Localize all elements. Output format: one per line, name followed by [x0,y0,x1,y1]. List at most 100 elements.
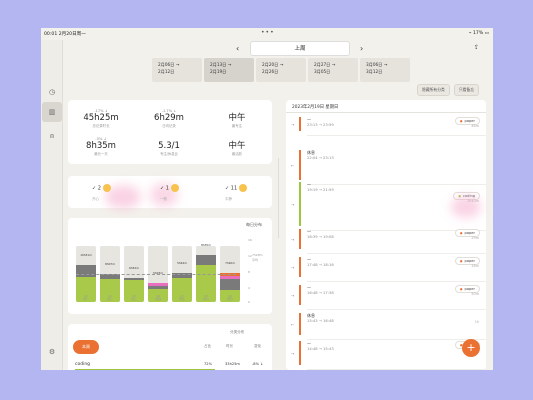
week-chip[interactable]: 2月20日 → 2月26日 [256,58,306,82]
category-stripe [299,341,301,365]
y-tick: 0 [248,300,250,304]
prev-period-button[interactable]: ‹ [236,44,239,53]
direction-icon: ← [291,163,295,168]
entry-title: — [307,257,311,262]
y-tick: 16 [248,238,252,242]
share-icon[interactable]: ⇪ [474,44,479,51]
bar-total-label: 5h44m [177,260,187,265]
stat-longest: -5% ↓ 8h35m 最长一天 [86,137,116,156]
mood-card: ✓ 2 开心 ✓ 1 一般 ✓ 11 平静 [68,176,272,209]
entry-time: 15:43 → 16:48 [307,319,334,323]
user-icon[interactable]: ⍝ [42,126,62,146]
direction-icon: → [291,202,295,207]
category-percent: 72% [204,362,212,366]
settings-icon[interactable]: ⚙ [42,342,62,362]
entry-title: — [307,341,311,346]
entry-duration: 28m [471,264,479,268]
mood-neutral: ✓ 1 一般 [160,184,179,201]
entry-separator [307,253,486,254]
bar-total-label: 8h35m [201,243,211,248]
entry-duration: 1h [474,320,479,324]
mood-calm: ✓ 11 平静 [225,184,247,201]
stat-active: 中午 最活跃 [228,141,246,156]
neutral-face-icon [170,184,179,192]
bar-segment[interactable] [220,279,240,290]
bar-x-label: 17 周五 [179,294,185,302]
bar-segment[interactable] [76,265,96,277]
stat-daily: -1.7% ↓ 6h29m 日均记录 [154,109,184,128]
entry-time: 16:48 → 17:38 [307,291,334,295]
week-chip[interactable]: 2月27日 → 3月05日 [308,58,358,82]
entry-title: — [307,285,311,290]
summary-card: -17% ↓ 45h25m 总记录时长 -1.7% ↓ 6h29m 日均记录 中午 最专注… [68,100,272,164]
stat-focus: 中午 最专注 [228,113,246,128]
average-value: 7h28m [252,253,263,257]
blur-overlay [451,196,481,218]
direction-icon: → [291,122,295,127]
mood-happy: ✓ 2 开心 [92,184,111,201]
entry-time: 17:48 → 18:16 [307,263,334,267]
bar-x-label: 13 周一 [83,294,89,302]
category-stripe [299,257,301,277]
bar-segment[interactable] [220,276,240,280]
daily-chart-card: 每日分布 10h31m 13 周一 8h07m 14 周二 6h52m 15 周三 5h03m 16… [68,218,272,314]
direction-icon: → [291,293,295,298]
entry-separator [307,135,486,136]
happy-face-icon [102,184,111,192]
col-change: 变化 [254,344,262,348]
hide-categories-chip[interactable]: 隐藏所有分类 [417,84,450,96]
multitask-dots-icon[interactable]: ••• [261,29,275,36]
bar-x-label: 16 周四 [155,294,161,302]
category-stripe [299,285,301,305]
next-period-button[interactable]: › [360,44,363,53]
header-divider [286,112,486,113]
direction-icon: → [291,237,295,242]
week-chip-selected[interactable]: 2月13日 → 2月19日 [204,58,254,82]
stats-icon[interactable]: ▥ [42,102,62,122]
sidebar: ◷ ▥ ⍝ ⚙ [41,40,63,370]
bar-total-label: 8h07m [105,261,115,266]
category-stripe [299,313,301,335]
clock-icon[interactable]: ◷ [42,82,62,102]
entry-time: 19:19 → 21:59 [307,188,334,192]
bar-x-label: 18 周六 [203,294,209,302]
entry-time: 14:48 → 15:43 [307,347,334,351]
average-label: 平均 [252,258,259,262]
category-stripe [299,229,301,249]
this-week-button[interactable]: 本周 [73,340,99,354]
add-entry-button[interactable]: + [462,339,480,357]
chart-title: 每日分布 [246,222,262,227]
category-progress [75,369,215,370]
memo-only-chip[interactable]: 只看备忘 [453,84,479,96]
bar-segment[interactable] [148,285,168,289]
bar-segment[interactable] [148,282,168,286]
entry-time: 23:13 → 23:59 [307,123,334,127]
category-name: coding [75,362,91,367]
entry-time: 22:04 → 23:13 [307,156,334,160]
direction-icon: ← [291,322,295,327]
category-change: -8% ↓ [252,362,264,366]
week-chip[interactable]: 2月06日 → 2月12日 [152,58,202,82]
col-percent: 占比 [204,344,212,348]
category-stripe [299,117,301,131]
bar-total-label: 6h52m [129,266,139,271]
entry-duration: 46m [471,124,479,128]
entry-duration: 50m [471,292,479,296]
category-row[interactable]: coding 72% 33h25m -8% ↓ [75,362,265,370]
direction-icon: → [291,351,295,356]
entry-separator [307,309,486,310]
week-chip[interactable]: 3月06日 → 3月12日 [360,58,410,82]
bar-segment[interactable] [196,255,216,265]
bar-chart: 10h31m 13 周一 8h07m 14 周二 6h52m 15 周三 5h03m 16 周四 5h4… [76,238,240,302]
category-stripe [299,182,301,226]
pane-divider[interactable] [278,158,279,238]
col-duration: 时长 [226,344,234,348]
entry-title: — [307,117,311,122]
bar-segment[interactable] [124,278,144,280]
category-stripe [299,150,301,180]
stat-ratio: 5.3/1 专注/休息比 [158,141,180,156]
period-selector[interactable]: 上周 [250,41,350,56]
category-card-title: 分类分布 [230,330,245,334]
entry-title: — [307,182,311,187]
average-line [76,274,236,275]
